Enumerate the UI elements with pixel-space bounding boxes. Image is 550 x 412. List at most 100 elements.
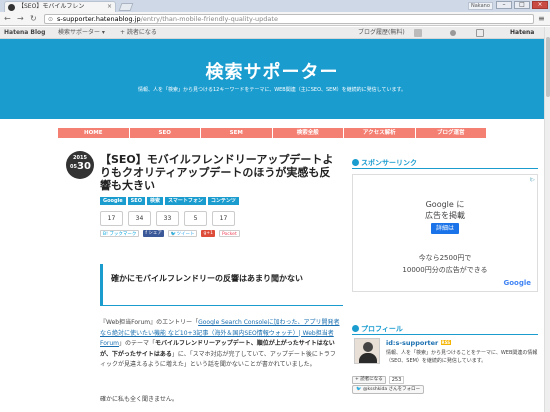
tab-strip: 【SEO】モバイルフレン × Nakano – □ × [0, 0, 550, 12]
site-title[interactable]: 検索サポーター [0, 58, 544, 84]
nav-item-seo[interactable]: SEO [130, 128, 201, 138]
ad-price-1: 今なら2500円で [418, 254, 472, 262]
tab-title: 【SEO】モバイルフレン [18, 3, 85, 10]
favicon-icon [8, 4, 15, 11]
edit-icon[interactable] [476, 29, 484, 37]
count-bookmark: 17 [100, 211, 123, 226]
ad-price-2: 10000円分の広告ができる [402, 266, 488, 274]
sponsor-heading-text: スポンサーリンク [361, 159, 417, 167]
twitter-bird-icon: 🐦 [356, 387, 362, 392]
profile-avatar[interactable] [354, 338, 380, 364]
share-buttons: B! ブックマーク f シェア 🐦ツイート g+1 Pocket [100, 230, 240, 237]
nav-item-search[interactable]: 検索全般 [273, 128, 344, 138]
url-host: s-supporter.hatenablog.jp [57, 15, 141, 23]
count-pocket: 17 [212, 211, 235, 226]
site-description: 情報、人を「検索」から見つける12キーワードをテーマに、WEB関連（主にSEO、… [137, 87, 407, 93]
reader-row: + 読者になる 253 [352, 376, 405, 384]
blog-history-link[interactable]: ブログ履歴 [358, 27, 388, 39]
hatena-brand[interactable]: Hatena [510, 27, 534, 39]
profile-heading: プロフィール [352, 324, 403, 334]
tab-close-icon[interactable]: × [107, 2, 112, 12]
maximize-button[interactable]: □ [514, 1, 530, 9]
gplus-button[interactable]: g+1 [201, 230, 215, 237]
page-scrollbar[interactable] [544, 27, 550, 412]
hatena-blog-logo[interactable]: Hatena Blog [4, 27, 45, 39]
avatar-icon[interactable] [414, 29, 422, 37]
facebook-share-button[interactable]: f シェア [143, 230, 164, 237]
nav-item-analytics[interactable]: アクセス解析 [344, 128, 416, 138]
category-tags: Google SEO 検索 スマートフォン コンテンツ [100, 197, 239, 205]
site-header: 検索サポーター 情報、人を「検索」から見つける12キーワードをテーマに、WEB関… [0, 39, 544, 119]
paragraph-prefix: 『Web担当Forum』のエントリー「 [100, 319, 199, 326]
browser-menu-icon[interactable]: ≡ [538, 14, 545, 24]
notification-icon[interactable] [450, 30, 456, 36]
ad-line-1: Google に [425, 200, 465, 209]
tag-search[interactable]: 検索 [146, 197, 163, 205]
nav-item-sem[interactable]: SEM [201, 128, 273, 138]
date-badge: 2015 05 30 [66, 151, 94, 179]
sponsor-divider [352, 168, 538, 169]
date-month: 05 [70, 164, 77, 170]
rss-icon[interactable]: RSS [440, 340, 452, 345]
blog-menu-link[interactable]: 検索サポーター ▾ [58, 27, 105, 39]
section-heading-underline [100, 305, 343, 306]
free-label: (無料) [388, 29, 405, 36]
post-paragraph: 『Web担当Forum』のエントリー「Google Search Console… [100, 318, 340, 371]
forward-arrow-icon[interactable]: → [17, 14, 24, 24]
nav-item-blog[interactable]: ブログ運営 [416, 128, 487, 138]
profile-description: 情報、人を「検索」から見つけることをテーマに、WEB関連の情報（SEO、SEM）… [386, 350, 538, 364]
minimize-button[interactable]: – [496, 1, 512, 9]
tweet-button[interactable]: 🐦ツイート [167, 230, 198, 237]
share-counts: 17 34 33 5 17 [100, 211, 235, 226]
sponsor-heading: スポンサーリンク [352, 158, 417, 168]
sponsor-icon [352, 159, 359, 166]
ad-unit[interactable]: i▷ Google に 広告を掲載 詳細は 今なら2500円で 10000円分の… [352, 174, 538, 292]
page-content: 検索サポーター 情報、人を「検索」から見つける12キーワードをテーマに、WEB関… [0, 39, 544, 412]
browser-window: 【SEO】モバイルフレン × Nakano – □ × ← → ↻ ⊙ s-su… [0, 0, 550, 412]
tag-smartphone[interactable]: スマートフォン [164, 197, 206, 205]
profile-name[interactable]: id:s-supporter RSS [386, 339, 452, 347]
profile-icon [352, 325, 359, 332]
page-info-icon: ⊙ [48, 16, 54, 23]
ad-details-button[interactable]: 詳細は [431, 223, 459, 234]
url-path: /entry/than-mobile-friendly-quality-upda… [140, 15, 278, 23]
twitter-follow-button[interactable]: 🐦 @ksshkida さんをフォロー [352, 385, 425, 394]
user-chip[interactable]: Nakano [468, 2, 493, 10]
google-logo: Google [503, 279, 531, 287]
profile-id[interactable]: id:s-supporter [386, 339, 438, 347]
tag-seo[interactable]: SEO [127, 197, 145, 205]
count-facebook: 34 [128, 211, 151, 226]
tag-content[interactable]: コンテンツ [207, 197, 239, 205]
scrollbar-thumb[interactable] [546, 37, 550, 97]
count-gplus: 5 [184, 211, 207, 226]
adchoices-icon[interactable]: i▷ [530, 177, 535, 183]
post-title[interactable]: 【SEO】モバイルフレンドリーアップデートよりもクオリティアップデートのほうが実… [100, 153, 340, 192]
back-arrow-icon[interactable]: ← [4, 14, 11, 24]
close-window-button[interactable]: × [532, 1, 548, 9]
hatena-bookmark-button[interactable]: B! ブックマーク [100, 230, 140, 237]
section-heading: 確かにモバイルフレンドリーの反響はあまり聞かない [100, 264, 343, 306]
tag-google[interactable]: Google [100, 197, 126, 205]
reader-count: 253 [388, 376, 405, 384]
new-tab-button[interactable] [118, 3, 134, 11]
nav-item-home[interactable]: HOME [58, 128, 130, 138]
window-controls: – □ × [496, 1, 548, 10]
profile-divider [352, 334, 538, 335]
section-heading-text: 確かにモバイルフレンドリーの反響はあまり聞かない [111, 274, 303, 283]
reload-icon[interactable]: ↻ [30, 14, 37, 24]
address-bar[interactable]: ⊙ s-supporter.hatenablog.jp/entry/than-m… [44, 14, 534, 24]
browser-toolbar: ← → ↻ ⊙ s-supporter.hatenablog.jp/entry/… [0, 12, 550, 26]
global-nav: HOME SEO SEM 検索全般 アクセス解析 ブログ運営 [58, 128, 486, 138]
avatar-body [359, 353, 377, 363]
browser-tab[interactable]: 【SEO】モバイルフレン × [4, 1, 116, 12]
pocket-button[interactable]: Pocket [218, 230, 240, 237]
twitter-follow-label: @ksshkida さんをフォロー [363, 387, 421, 392]
count-twitter: 33 [156, 211, 179, 226]
subscribe-button[interactable]: + 読者になる [352, 376, 386, 384]
post-paragraph-2: 確かに私も全く聞きません。 [100, 396, 178, 403]
avatar-head [363, 342, 373, 352]
subscribe-link[interactable]: + 読者になる [120, 27, 157, 39]
profile-heading-text: プロフィール [361, 325, 403, 333]
ad-line-2: 広告を掲載 [425, 211, 465, 220]
paragraph-mid: 」のテーマ「 [119, 340, 156, 347]
